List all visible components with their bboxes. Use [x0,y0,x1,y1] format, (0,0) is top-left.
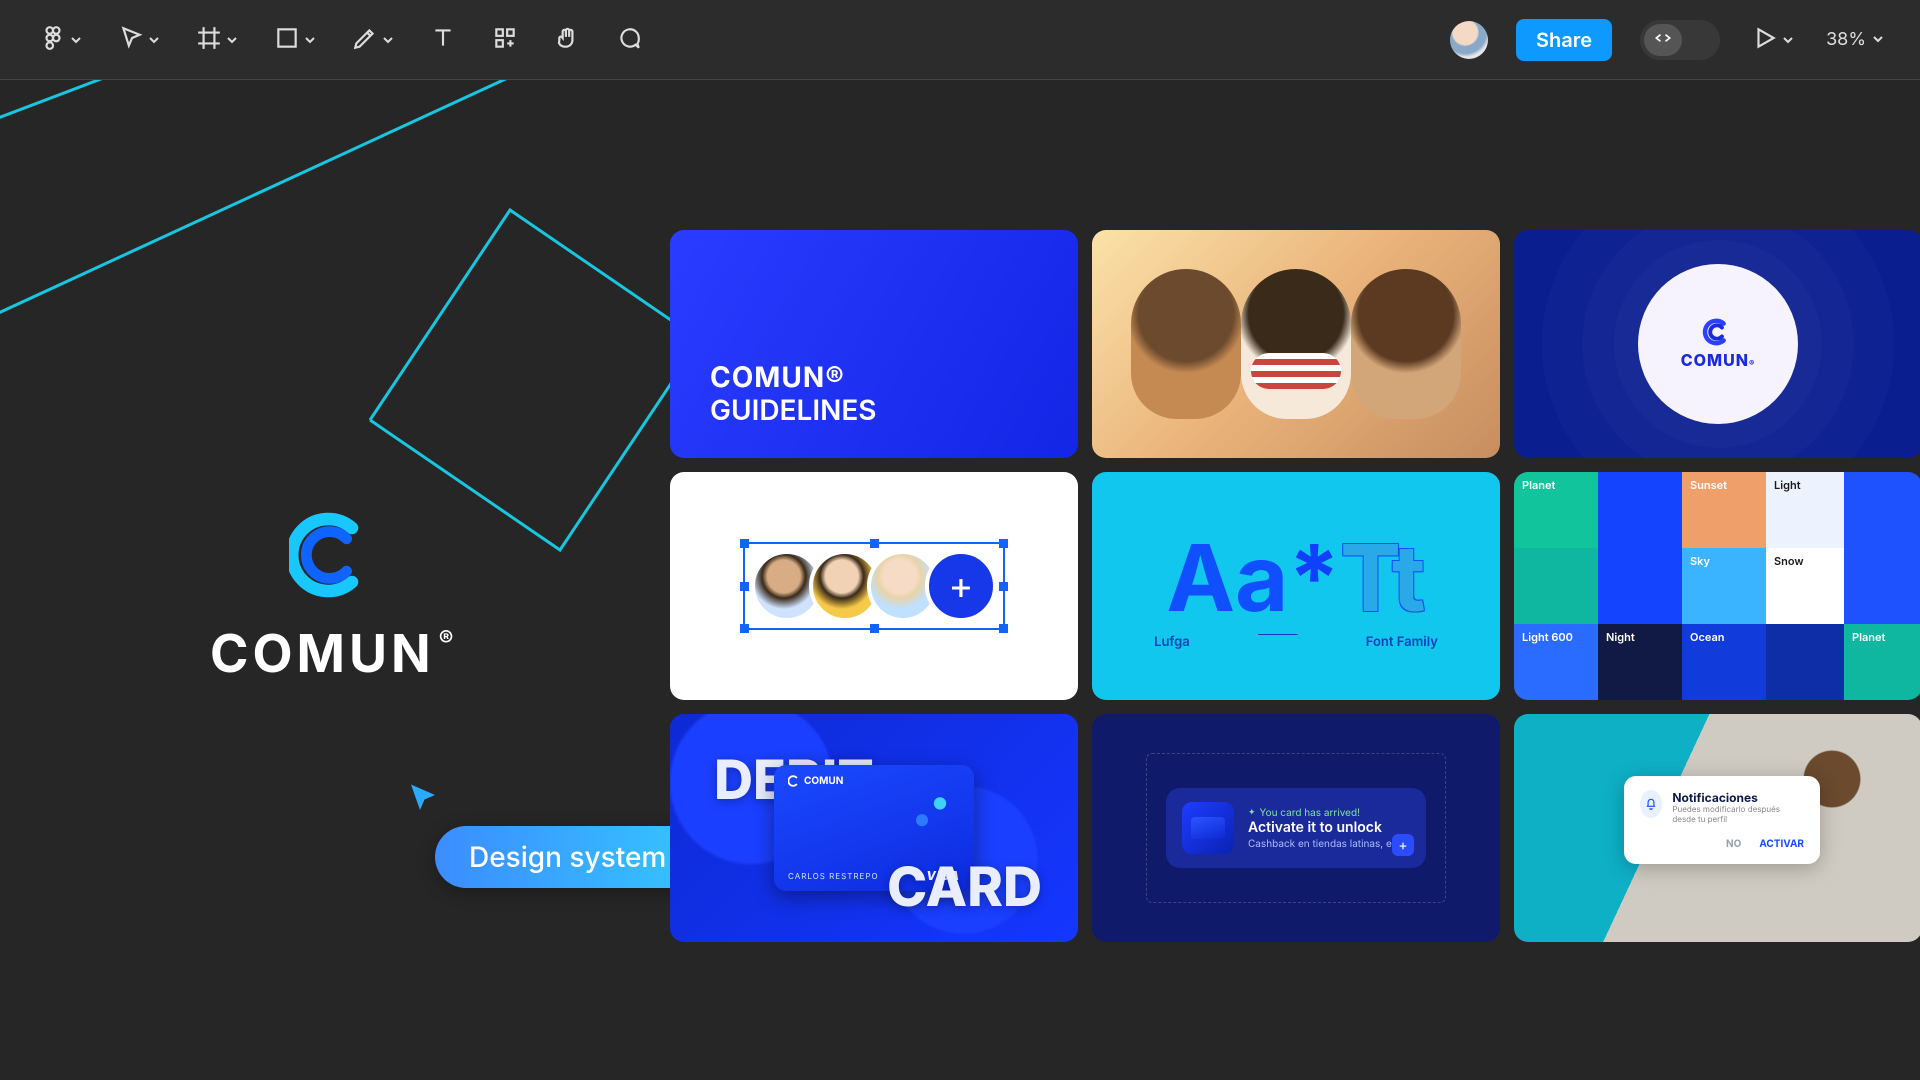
swatch-sunset: Sunset [1682,472,1766,548]
add-avatar-button: + [925,550,997,622]
permission-modal: Notificaciones Puedes modificarlo despué… [1624,776,1820,864]
collaborator-cursor: Design system [405,780,700,888]
chevron-down-icon [148,30,160,50]
artboard-logo-mark[interactable]: COMUN® [1514,230,1920,458]
chevron-down-icon [70,30,82,50]
logo-wordmark: COMUN® [1681,350,1756,370]
photo-person [1351,269,1461,419]
swatch-ocean: Ocean [1682,624,1766,700]
modal-no-button: NO [1726,838,1741,850]
brand-logo-frame[interactable]: COMUN® [210,510,457,685]
card-thumb-icon [1182,802,1234,854]
swatch-light: Light [1766,472,1844,548]
artboard-guidelines[interactable]: COMUN® GUIDELINES [670,230,1078,458]
selection-frame: + [743,542,1005,630]
guidelines-title: COMUN® GUIDELINES [710,361,877,428]
cursor-pointer-icon [405,800,441,820]
present-button[interactable] [1748,20,1798,60]
notif-title: Activate it to unlock [1248,819,1410,836]
chevron-down-icon [1872,29,1884,50]
frame-tool-button[interactable] [192,20,242,60]
share-button[interactable]: Share [1516,19,1612,61]
swatch-navy [1766,624,1844,700]
chevron-down-icon [1782,30,1794,50]
notification-card: You card has arrived! Activate it to unl… [1166,788,1426,868]
collaborator-label: Design system [435,826,700,888]
swatch-planet: Planet [1844,624,1920,700]
resources-tool-button[interactable] [488,20,522,60]
rectangle-icon [274,25,300,55]
user-avatar[interactable] [1450,21,1488,59]
type-caption: Lufga Font Family [1154,634,1438,650]
artboard-notification-dark[interactable]: You card has arrived! Activate it to unl… [1092,714,1500,942]
zoom-value: 38% [1826,29,1866,50]
pen-tool-button[interactable] [348,20,398,60]
artboard-debit-card[interactable]: DEBIT COMUN CARLOS RESTREPO VISA CARD [670,714,1078,942]
dev-mode-toggle[interactable] [1640,20,1720,60]
design-canvas[interactable]: COMUN® Design system COMUN® GUIDELINES [0,80,1920,1080]
artboard-typography[interactable]: Aa*Tt Lufga Font Family [1092,472,1500,700]
swatch-light600: Light 600 [1514,624,1598,700]
swatch-snow: Snow [1766,548,1844,624]
components-icon [492,25,518,55]
notif-banner: You card has arrived! [1248,807,1410,819]
modal-title: Notificaciones [1672,790,1804,805]
frame-icon [196,25,222,55]
swatch-planet: Planet [1514,472,1598,548]
text-tool-button[interactable] [426,20,460,60]
card-word-card: CARD [887,855,1042,920]
chevron-down-icon [382,30,394,50]
text-icon [430,25,456,55]
move-tool-button[interactable] [114,20,164,60]
brand-mark-icon [1701,318,1735,350]
brand-mark-icon [289,510,379,600]
comment-icon [616,25,642,55]
hand-tool-button[interactable] [550,20,584,60]
modal-subtitle: Puedes modificarlo después desde tu perf… [1672,805,1804,824]
notif-plus-button: + [1392,834,1414,856]
figma-logo-icon [40,25,66,55]
notif-subtitle: Cashback en tiendas latinas, etc... [1248,838,1410,850]
artboard-color-palette[interactable]: Planet Sunset Light Sky Snow Light 600 N… [1514,472,1920,700]
hand-icon [554,25,580,55]
cursor-icon [118,25,144,55]
top-toolbar: Share 38% [0,0,1920,80]
photo-person [1241,269,1351,419]
code-icon [1653,28,1673,52]
shape-tool-button[interactable] [270,20,320,60]
artboard-people-photo[interactable] [1092,230,1500,458]
swatch-sky: Sky [1682,548,1766,624]
photo-person [1131,269,1241,419]
logo-disc: COMUN® [1638,264,1798,424]
modal-activate-button: ACTIVAR [1759,838,1804,850]
bell-icon [1640,790,1662,818]
artboard-avatar-component[interactable]: + [670,472,1078,700]
artboard-grid: COMUN® GUIDELINES COMUN® [670,230,1920,942]
swatch-blue [1598,472,1682,624]
swatch-night: Night [1598,624,1682,700]
chevron-down-icon [226,30,238,50]
swatch-blue [1844,472,1920,624]
brand-wordmark: COMUN® [210,622,457,685]
swatch-teal [1514,548,1598,624]
comment-tool-button[interactable] [612,20,646,60]
zoom-dropdown[interactable]: 38% [1826,29,1884,50]
chevron-down-icon [304,30,316,50]
dashed-container: You card has arrived! Activate it to unl… [1146,753,1446,903]
pen-icon [352,25,378,55]
play-icon [1752,25,1778,55]
type-sample: Aa*Tt [1166,523,1425,634]
figma-menu-button[interactable] [36,20,86,60]
artboard-notification-lifestyle[interactable]: Notificaciones Puedes modificarlo despué… [1514,714,1920,942]
